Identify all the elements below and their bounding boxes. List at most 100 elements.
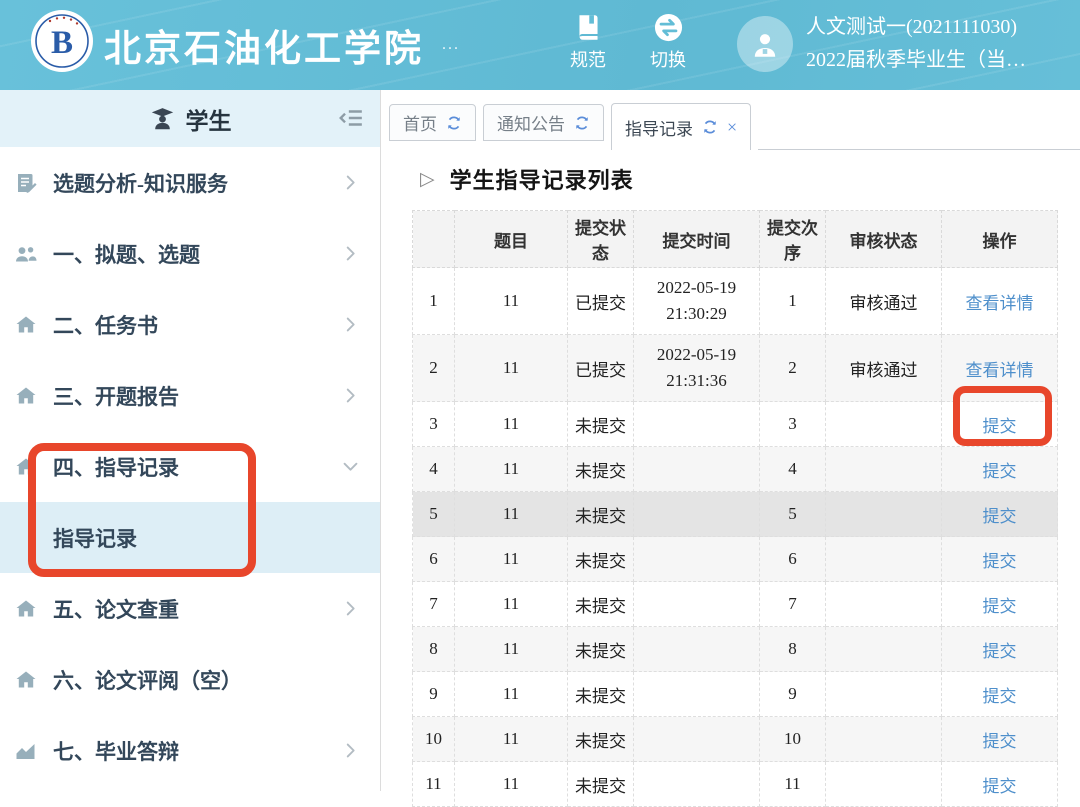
standards-button[interactable]: 规范 <box>556 12 620 72</box>
cell-review-status <box>826 627 942 672</box>
cell-title: 11 <box>455 335 568 402</box>
cell-review-status <box>826 537 942 582</box>
cell-action: 提交 <box>942 582 1058 627</box>
tab-guidance-record[interactable]: 指导记录 × <box>611 103 751 150</box>
cell-submit-status: 未提交 <box>568 582 634 627</box>
row-number: 5 <box>413 492 455 537</box>
cell-submit-time <box>634 582 760 627</box>
sidebar-item-label: 三、开题报告 <box>53 381 179 411</box>
table-row: 4 11 未提交 4 提交 <box>413 447 1058 492</box>
sidebar-item-label: 六、论文评阅（空） <box>53 665 242 695</box>
user-name: 人文测试一(2021111030) <box>806 11 1026 44</box>
cell-submit-time: 2022-05-1921:30:29 <box>634 268 760 335</box>
cell-submit-time <box>634 672 760 717</box>
sidebar-header: 学生 <box>0 90 380 147</box>
submit-link[interactable]: 提交 <box>983 597 1017 616</box>
close-tab-icon[interactable]: × <box>727 118 737 136</box>
refresh-icon[interactable] <box>574 115 590 131</box>
sidebar-item-label: 七、毕业答辩 <box>53 736 179 766</box>
tab-home[interactable]: 首页 <box>389 104 476 141</box>
cell-review-status <box>826 762 942 807</box>
table-header-row: 题目提交状态提交时间提交次序审核状态操作 <box>413 211 1058 268</box>
submit-link[interactable]: 提交 <box>983 552 1017 571</box>
cell-submit-status: 未提交 <box>568 537 634 582</box>
tab-bar: 首页 通知公告 指导记录 × <box>382 90 1080 150</box>
sidebar-item-guidance-record-sub[interactable]: 指导记录 <box>0 502 380 573</box>
university-logo: B <box>30 9 94 73</box>
table-row: 10 11 未提交 10 提交 <box>413 717 1058 762</box>
switch-label: 切换 <box>650 46 686 72</box>
row-number: 6 <box>413 537 455 582</box>
sidebar-item-label: 一、拟题、选题 <box>53 239 200 269</box>
tab-label: 指导记录 <box>625 115 693 140</box>
cell-submit-time <box>634 537 760 582</box>
sidebar-item-plagiarism-check[interactable]: 五、论文查重 <box>0 573 380 644</box>
sidebar: 学生 选题分析-知识服务 一、拟题、选题 二、任务书 三、开题报告 四、指导记录… <box>0 90 381 791</box>
tab-label: 通知公告 <box>497 110 565 135</box>
cell-submit-status: 未提交 <box>568 762 634 807</box>
table-row: 5 11 未提交 5 提交 <box>413 492 1058 537</box>
cell-title: 11 <box>455 268 568 335</box>
submit-link[interactable]: 提交 <box>983 507 1017 526</box>
switch-role-button[interactable]: 切换 <box>636 12 700 72</box>
view-details-link[interactable]: 查看详情 <box>966 294 1034 313</box>
cell-action: 提交 <box>942 672 1058 717</box>
sidebar-item-task-book[interactable]: 二、任务书 <box>0 289 380 360</box>
sidebar-item-opening-report[interactable]: 三、开题报告 <box>0 360 380 431</box>
cell-submit-order: 5 <box>760 492 826 537</box>
sidebar-item-topic-analysis[interactable]: 选题分析-知识服务 <box>0 147 380 218</box>
title-ellipsis: ... <box>442 36 460 54</box>
tab-label: 首页 <box>403 110 437 135</box>
icon-chart <box>14 739 38 763</box>
cell-submit-status: 已提交 <box>568 268 634 335</box>
cell-submit-time <box>634 447 760 492</box>
cell-submit-status: 未提交 <box>568 717 634 762</box>
cell-action: 提交 <box>942 492 1058 537</box>
table-row: 8 11 未提交 8 提交 <box>413 627 1058 672</box>
svg-text:B: B <box>51 25 73 61</box>
table-body: 1 11 已提交 2022-05-1921:30:29 1 审核通过 查看详情 … <box>413 268 1058 807</box>
submit-link[interactable]: 提交 <box>983 462 1017 481</box>
tab-notice[interactable]: 通知公告 <box>483 104 604 141</box>
cell-submit-status: 未提交 <box>568 447 634 492</box>
row-number: 4 <box>413 447 455 492</box>
row-number: 3 <box>413 402 455 447</box>
standards-label: 规范 <box>570 46 606 72</box>
icon-doc-edit <box>14 171 38 195</box>
refresh-icon[interactable] <box>702 119 718 135</box>
cell-title: 11 <box>455 762 568 807</box>
table-header: 题目提交状态提交时间提交次序审核状态操作 <box>413 211 1058 268</box>
submit-link[interactable]: 提交 <box>983 642 1017 661</box>
cell-submit-time <box>634 762 760 807</box>
column-header: 操作 <box>942 211 1058 268</box>
icon-home <box>14 384 38 408</box>
column-header <box>413 211 455 268</box>
table-row: 3 11 未提交 3 提交 <box>413 402 1058 447</box>
row-number: 11 <box>413 762 455 807</box>
cell-review-status <box>826 672 942 717</box>
university-logo-emblem: B <box>30 9 94 73</box>
sidebar-item-guidance-record[interactable]: 四、指导记录 <box>0 431 380 502</box>
submit-link[interactable]: 提交 <box>983 687 1017 706</box>
cell-action: 提交 <box>942 447 1058 492</box>
cell-submit-time <box>634 627 760 672</box>
icon-home <box>14 668 38 692</box>
cell-submit-status: 已提交 <box>568 335 634 402</box>
submit-link[interactable]: 提交 <box>983 417 1017 436</box>
table-row: 1 11 已提交 2022-05-1921:30:29 1 审核通过 查看详情 <box>413 268 1058 335</box>
sidebar-item-topic-selection[interactable]: 一、拟题、选题 <box>0 218 380 289</box>
submit-link[interactable]: 提交 <box>983 732 1017 751</box>
sidebar-item-paper-review[interactable]: 六、论文评阅（空） <box>0 644 380 715</box>
refresh-icon[interactable] <box>446 115 462 131</box>
cell-review-status: 审核通过 <box>826 335 942 402</box>
view-details-link[interactable]: 查看详情 <box>966 361 1034 380</box>
user-cohort: 2022届秋季毕业生（当… <box>806 44 1026 77</box>
page-title-row: ▷ 学生指导记录列表 <box>420 163 1080 195</box>
submit-link[interactable]: 提交 <box>983 777 1017 796</box>
sidebar-item-graduation-defense[interactable]: 七、毕业答辩 <box>0 715 380 786</box>
collapse-sidebar-button[interactable] <box>338 105 364 134</box>
chevron-down-icon <box>341 457 360 476</box>
column-header: 题目 <box>455 211 568 268</box>
cell-submit-order: 3 <box>760 402 826 447</box>
avatar[interactable] <box>737 16 793 72</box>
